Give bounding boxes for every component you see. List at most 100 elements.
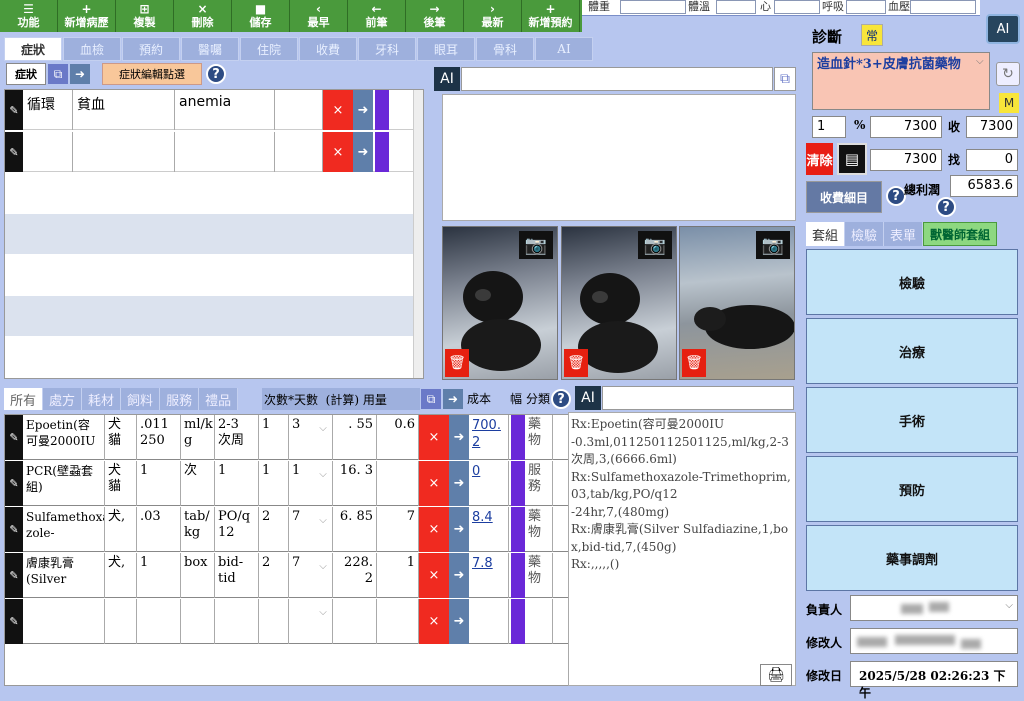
toolbar-button-7[interactable]: → 後筆	[406, 0, 464, 32]
product-species[interactable]: 犬,	[105, 507, 137, 552]
product-row[interactable]: ✎ Epoetin(容可曼2000IU 犬貓 .011 250 ml/k g 2-3 次周…	[5, 415, 569, 460]
remove-icon[interactable]: ×	[419, 461, 449, 506]
symptom-category[interactable]: 循環	[23, 90, 73, 130]
product-calc[interactable]: 16. 3	[333, 461, 377, 506]
tab-8[interactable]: 骨科	[476, 37, 534, 61]
product-name[interactable]: Sulfamethoxa zole-	[23, 507, 105, 552]
product-species[interactable]: 犬,	[105, 553, 137, 598]
copy-icon[interactable]: ⧉	[48, 64, 68, 84]
product-tab-3[interactable]: 飼料	[121, 388, 161, 410]
chevron-down-icon[interactable]: ⌵	[315, 553, 331, 598]
copy-icon[interactable]: ⧉	[774, 67, 796, 91]
camera-icon[interactable]: 📷	[756, 231, 790, 259]
product-times[interactable]: 1	[259, 415, 289, 460]
symptom-row[interactable]: ✎ × ➜	[5, 132, 423, 172]
product-freq[interactable]: 2-3 次周	[215, 415, 259, 460]
product-row[interactable]: ✎ 膚康乳膏(Silver 犬, 1 box bid- tid 2 7 228. 2 1 ⌵ × ➜ 7.…	[5, 553, 569, 598]
set-tab-2[interactable]: 表單	[884, 222, 924, 246]
symptom-note[interactable]	[275, 132, 323, 172]
product-freq[interactable]: PO/q 12	[215, 507, 259, 552]
toolbar-button-0[interactable]: ☰ 功能	[0, 0, 58, 32]
weight-input[interactable]	[620, 0, 686, 14]
product-species[interactable]	[105, 599, 137, 644]
detail-handle[interactable]	[375, 132, 389, 172]
product-dose[interactable]: .03	[137, 507, 181, 552]
product-dose[interactable]: 1	[137, 553, 181, 598]
arrow-right-icon[interactable]: ➜	[449, 415, 469, 460]
edit-icon[interactable]: ✎	[5, 415, 23, 460]
arrow-right-icon[interactable]: ➜	[449, 461, 469, 506]
edit-icon[interactable]: ✎	[5, 507, 23, 552]
detail-handle[interactable]	[511, 553, 525, 598]
edit-icon[interactable]: ✎	[5, 553, 23, 598]
camera-icon[interactable]: 📷	[638, 231, 672, 259]
toolbar-button-9[interactable]: + 新增預約	[522, 0, 580, 32]
product-unit[interactable]: ml/k g	[181, 415, 215, 460]
product-freq[interactable]: bid- tid	[215, 553, 259, 598]
tab-6[interactable]: 牙科	[358, 37, 416, 61]
product-qty[interactable]	[377, 599, 419, 644]
product-dose[interactable]: .011 250	[137, 415, 181, 460]
detail-handle[interactable]	[511, 461, 525, 506]
tab-4[interactable]: 住院	[240, 37, 298, 61]
product-cost-link[interactable]: 8.4	[472, 510, 493, 525]
symptom-row[interactable]: ✎ 循環 貧血 anemia × ➜	[5, 90, 423, 130]
owner-select[interactable]: ⌵	[850, 595, 1018, 621]
ai-output-area[interactable]	[442, 94, 796, 221]
chevron-down-icon[interactable]: ⌵	[315, 415, 331, 460]
tab-9[interactable]: AI	[535, 37, 593, 61]
product-calc[interactable]: . 55	[333, 415, 377, 460]
edit-icon[interactable]: ✎	[5, 132, 23, 172]
set-button-0[interactable]: 檢驗	[806, 249, 1018, 315]
edit-icon[interactable]: ✎	[5, 90, 23, 130]
chevron-down-icon[interactable]: ⌵	[315, 507, 331, 552]
tab-1[interactable]: 血檢	[63, 37, 121, 61]
help-icon[interactable]: ?	[206, 64, 226, 84]
resp-input[interactable]	[846, 0, 886, 14]
product-tab-0[interactable]: 所有	[4, 388, 44, 410]
bp-input[interactable]	[910, 0, 976, 14]
receipt-icon[interactable]: ▤	[837, 143, 867, 175]
detail-handle[interactable]	[375, 90, 389, 130]
product-qty[interactable]: 7	[377, 507, 419, 552]
help-icon[interactable]: ?	[551, 389, 571, 409]
product-cost[interactable]: 7.8	[469, 553, 509, 598]
ai-prompt-input[interactable]	[461, 67, 773, 91]
tab-2[interactable]: 預約	[122, 37, 180, 61]
product-unit[interactable]	[181, 599, 215, 644]
discount-input[interactable]: 1	[812, 116, 846, 138]
symptom-name-zh[interactable]	[73, 132, 175, 172]
set-tab-3[interactable]: 獸醫師套組	[923, 222, 998, 246]
product-name[interactable]: Epoetin(容可曼2000IU	[23, 415, 105, 460]
product-species[interactable]: 犬貓	[105, 461, 137, 506]
refresh-icon[interactable]: ↻	[996, 62, 1020, 86]
toolbar-button-3[interactable]: × 刪除	[174, 0, 232, 32]
arrow-right-icon[interactable]: ➜	[353, 90, 373, 130]
arrow-right-icon[interactable]: ➜	[449, 553, 469, 598]
trash-icon[interactable]: 🗑	[682, 349, 706, 377]
product-times[interactable]: 2	[259, 553, 289, 598]
product-name[interactable]: PCR(壁蝨套組)	[23, 461, 105, 506]
product-tab-2[interactable]: 耗材	[82, 388, 122, 410]
product-cost[interactable]: 8.4	[469, 507, 509, 552]
ai-assistant-button[interactable]: AI	[986, 14, 1020, 44]
product-freq[interactable]	[215, 599, 259, 644]
rx-ai-input[interactable]	[602, 386, 794, 410]
product-qty[interactable]	[377, 461, 419, 506]
clear-button[interactable]: 清除	[806, 143, 833, 175]
received-input[interactable]: 7300	[966, 116, 1018, 138]
fee-detail-button[interactable]: 收費細目	[806, 181, 882, 213]
set-button-4[interactable]: 藥事調劑	[806, 525, 1018, 591]
temp-input[interactable]	[716, 0, 756, 14]
patient-photo-3[interactable]: 📷 🗑	[679, 226, 795, 380]
product-cost[interactable]: 700. 2	[469, 415, 509, 460]
product-calc[interactable]	[333, 599, 377, 644]
product-unit[interactable]: 次	[181, 461, 215, 506]
set-button-3[interactable]: 預防	[806, 456, 1018, 522]
product-row[interactable]: ✎ PCR(壁蝨套組) 犬貓 1 次 1 1 1 16. 3 ⌵ × ➜ 0 服務	[5, 461, 569, 506]
detail-handle[interactable]	[511, 599, 525, 644]
product-dose[interactable]: 1	[137, 461, 181, 506]
chevron-down-icon[interactable]: ⌵	[315, 599, 331, 644]
product-name[interactable]: 膚康乳膏(Silver	[23, 553, 105, 598]
chevron-down-icon[interactable]: ⌵	[315, 461, 331, 506]
